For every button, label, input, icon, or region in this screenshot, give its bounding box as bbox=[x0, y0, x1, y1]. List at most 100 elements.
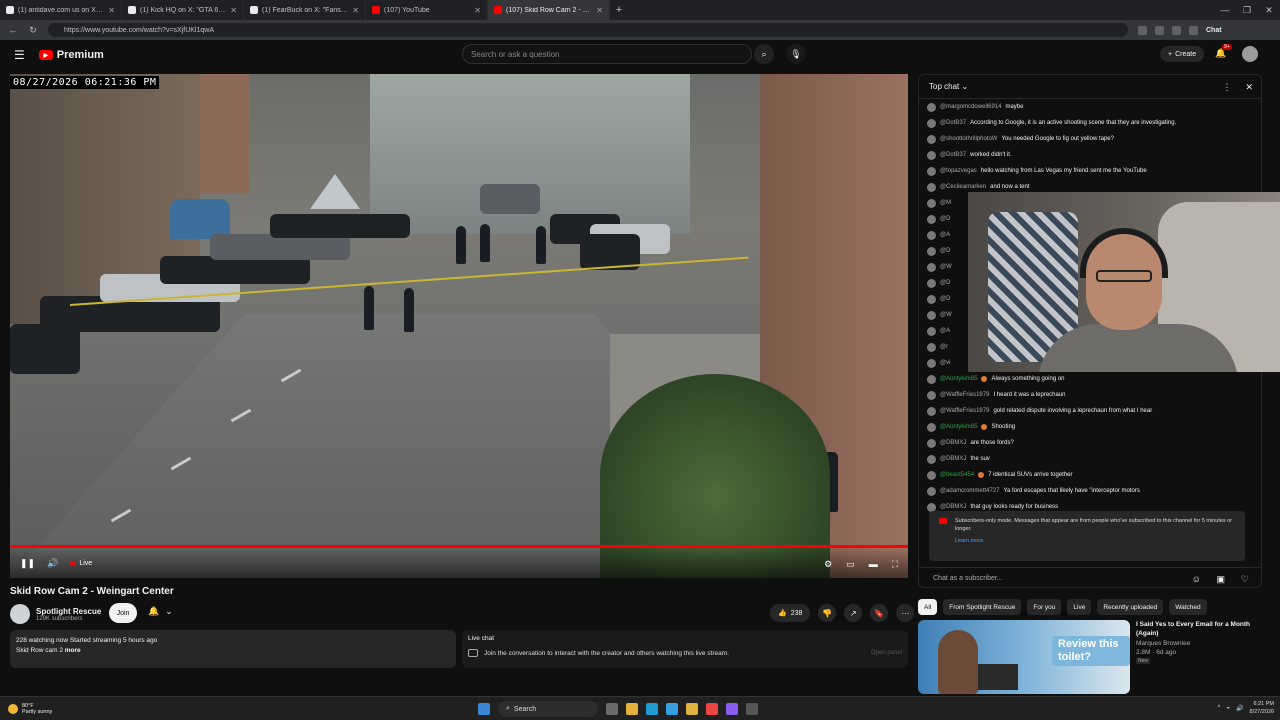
chat-author[interactable]: @DotB37 bbox=[940, 152, 966, 158]
chat-author[interactable]: @W bbox=[940, 312, 952, 318]
learn-more-link[interactable]: Learn more bbox=[955, 537, 1237, 545]
chat-author[interactable]: @M bbox=[940, 200, 951, 206]
chat-author[interactable]: @DBMXJ bbox=[940, 440, 966, 446]
chat-avatar[interactable] bbox=[927, 134, 936, 144]
browser-tab[interactable]: (1) FearBuck on X: "Fans notice th ✕ bbox=[244, 0, 366, 20]
close-tab-icon[interactable]: ✕ bbox=[230, 6, 237, 15]
taskbar-search[interactable]: ⌕ Search bbox=[498, 701, 598, 717]
volume-icon[interactable]: 🔊 bbox=[1236, 705, 1243, 712]
microphone-icon[interactable]: 🎙 bbox=[786, 44, 806, 64]
join-button[interactable]: Join bbox=[109, 603, 137, 623]
chat-author[interactable]: @D bbox=[940, 216, 950, 222]
chat-avatar[interactable] bbox=[927, 374, 936, 384]
chat-avatar[interactable] bbox=[927, 406, 936, 416]
chat-avatar[interactable] bbox=[927, 438, 936, 448]
browser-tab[interactable]: (107) YouTube ✕ bbox=[366, 0, 488, 20]
close-tab-icon[interactable]: ✕ bbox=[474, 6, 481, 15]
emoji-icon[interactable]: ☺ bbox=[1192, 574, 1201, 584]
open-panel-button[interactable]: Open panel bbox=[871, 650, 902, 656]
chat-avatar[interactable] bbox=[927, 470, 936, 480]
chat-message[interactable]: @beast5454 7 identical SUVs arrive togeth… bbox=[927, 467, 1257, 483]
like-button[interactable]: 👍 238 bbox=[770, 604, 811, 622]
recommended-title[interactable]: I Said Yes to Every Email for a Month (A… bbox=[1136, 620, 1258, 638]
chip-watched[interactable]: Watched bbox=[1169, 599, 1207, 615]
video-player[interactable]: 08/27/2026 06:21:36 PM ❚❚ 🔊 Live ⚙ ▭ ▬ ⛶ bbox=[10, 74, 908, 578]
chat-author[interactable]: @DotB37 bbox=[940, 120, 966, 126]
chat-message[interactable]: @DBMXJ the suv bbox=[927, 451, 1257, 467]
chip-for-you[interactable]: For you bbox=[1027, 599, 1062, 615]
chrome-icon[interactable] bbox=[706, 703, 718, 715]
minimize-icon[interactable]: — bbox=[1214, 5, 1236, 15]
chat-avatar[interactable] bbox=[927, 294, 936, 304]
channel-avatar[interactable] bbox=[10, 604, 30, 624]
more-actions-button[interactable]: ⋯ bbox=[896, 604, 915, 622]
chat-message[interactable]: @Auntykim85 Always something going on bbox=[927, 371, 1257, 387]
super-chat-icon[interactable]: ▣ bbox=[1216, 574, 1225, 585]
pause-icon[interactable]: ❚❚ bbox=[20, 558, 35, 569]
chat-avatar[interactable] bbox=[927, 390, 936, 400]
back-icon[interactable]: ← bbox=[6, 25, 20, 35]
settings-gear-icon[interactable]: ⚙ bbox=[824, 559, 832, 570]
browser-tab[interactable]: (1) antidave.com us on X: "Kick st ✕ bbox=[0, 0, 122, 20]
chat-author[interactable]: @r bbox=[940, 344, 948, 350]
chevron-up-icon[interactable]: ^ bbox=[1218, 705, 1221, 711]
chat-author[interactable]: @A bbox=[940, 328, 950, 334]
chat-author[interactable]: @Auntykim85 bbox=[940, 376, 977, 382]
calculator-icon[interactable] bbox=[746, 703, 758, 715]
more-options-icon[interactable]: ⋮ bbox=[1222, 82, 1231, 93]
chat-author[interactable]: @beast5454 bbox=[940, 472, 974, 478]
channel-name[interactable]: Spotlight Rescue bbox=[36, 607, 101, 616]
chat-message[interactable]: @Auntykim85 Shooting bbox=[927, 419, 1257, 435]
share-button[interactable]: ↗ bbox=[844, 604, 863, 622]
description-more-link[interactable]: more bbox=[65, 647, 81, 654]
chat-message[interactable]: @topazvegas hello watching from Las Vegas… bbox=[927, 163, 1257, 179]
chat-avatar[interactable] bbox=[927, 246, 936, 256]
save-button[interactable]: 🔖 bbox=[870, 604, 889, 622]
chat-message[interactable]: @WaffleFries1979 gold related dispute inv… bbox=[927, 403, 1257, 419]
chat-message[interactable]: @DBMXJ are those fords? bbox=[927, 435, 1257, 451]
chat-author[interactable]: @D bbox=[940, 248, 950, 254]
chat-avatar[interactable] bbox=[927, 486, 936, 496]
app-icon[interactable] bbox=[726, 703, 738, 715]
chat-avatar[interactable] bbox=[927, 214, 936, 224]
chat-message[interactable]: @margomcdowell6914 maybe bbox=[927, 99, 1257, 115]
chat-author[interactable]: @shoottothrillphotoW bbox=[940, 136, 997, 142]
video-thumbnail[interactable]: Review this toilet? bbox=[918, 620, 1130, 694]
chat-avatar[interactable] bbox=[927, 422, 936, 432]
chat-button[interactable]: Chat bbox=[1206, 27, 1222, 34]
chat-avatar[interactable] bbox=[927, 230, 936, 240]
close-icon[interactable]: ✕ bbox=[1245, 82, 1253, 93]
chip-live[interactable]: Live bbox=[1067, 599, 1092, 615]
search-icon[interactable]: ⌕ bbox=[754, 44, 774, 64]
heart-icon[interactable]: ♡ bbox=[1241, 574, 1249, 585]
chat-avatar[interactable] bbox=[927, 454, 936, 464]
chip-recently-uploaded[interactable]: Recently uploaded bbox=[1097, 599, 1164, 615]
chat-message[interactable]: @adamcrommett4727 Ya ford escapes that li… bbox=[927, 483, 1257, 499]
chat-author[interactable]: @adamcrommett4727 bbox=[940, 488, 999, 494]
chat-author[interactable]: @D bbox=[940, 296, 950, 302]
chip-from-channel[interactable]: From Spotlight Rescue bbox=[943, 599, 1022, 615]
chat-message[interactable]: @DotB37 worked didn't it. bbox=[927, 147, 1257, 163]
live-indicator[interactable]: Live bbox=[70, 560, 92, 567]
maximize-icon[interactable]: ❐ bbox=[1236, 5, 1258, 16]
theater-mode-icon[interactable]: ▬ bbox=[869, 559, 878, 570]
close-window-icon[interactable]: ✕ bbox=[1258, 5, 1280, 16]
chat-author[interactable]: @WaffleFries1979 bbox=[940, 392, 989, 398]
volume-icon[interactable]: 🔊 bbox=[47, 558, 58, 569]
windows-start-icon[interactable] bbox=[478, 703, 490, 715]
chat-author[interactable]: @DBMXJ bbox=[940, 456, 966, 462]
url-field[interactable]: https://www.youtube.com/watch?v=sXjfUKl1… bbox=[48, 23, 1128, 37]
chat-avatar[interactable] bbox=[927, 326, 936, 336]
chat-avatar[interactable] bbox=[927, 262, 936, 272]
chat-author[interactable]: @WaffleFries1979 bbox=[940, 408, 989, 414]
close-tab-icon[interactable]: ✕ bbox=[352, 6, 359, 15]
chip-all[interactable]: All bbox=[918, 599, 938, 615]
reload-icon[interactable]: ↻ bbox=[26, 25, 40, 36]
recommended-video[interactable]: Review this toilet? I Said Yes to Every … bbox=[918, 620, 1258, 694]
fullscreen-icon[interactable]: ⛶ bbox=[892, 559, 898, 570]
close-tab-icon[interactable]: ✕ bbox=[596, 6, 603, 15]
close-tab-icon[interactable]: ✕ bbox=[108, 6, 115, 15]
miniplayer-icon[interactable]: ▭ bbox=[846, 559, 855, 570]
chat-avatar[interactable] bbox=[927, 182, 936, 192]
subscribed-bell-dropdown[interactable]: 🔔 ⌄ bbox=[148, 606, 173, 617]
